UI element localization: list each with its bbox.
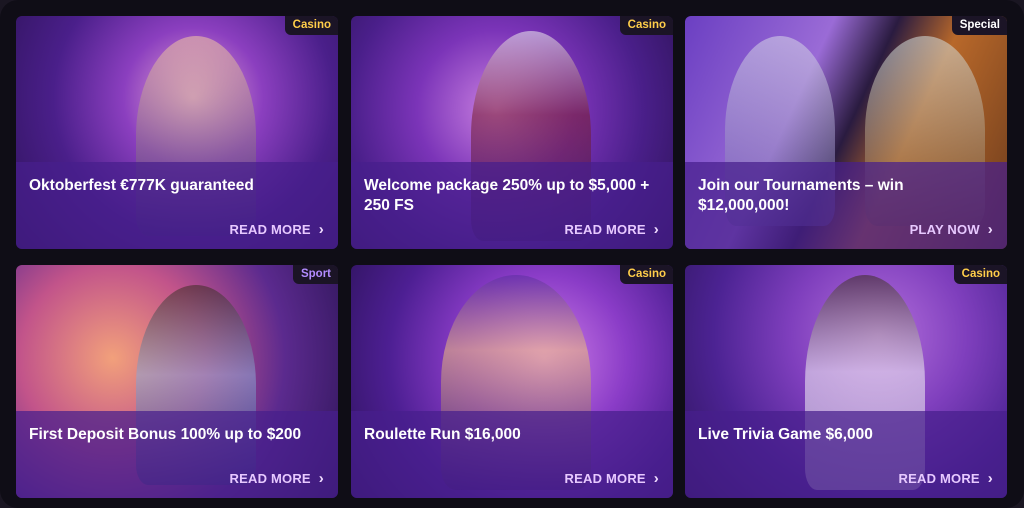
promo-title: Join our Tournaments – win $12,000,000!	[698, 177, 904, 214]
promo-card-first-deposit[interactable]: Sport First Deposit Bonus 100% up to $20…	[16, 265, 338, 498]
read-more-link[interactable]: READ MORE ›	[230, 221, 324, 238]
read-more-link[interactable]: READ MORE ›	[899, 470, 993, 487]
promo-title: Live Trivia Game $6,000	[698, 426, 873, 443]
cta-label: READ MORE	[898, 471, 980, 486]
cta-label: PLAY NOW	[909, 222, 980, 237]
promo-card-live-trivia[interactable]: Casino Live Trivia Game $6,000 READ MORE…	[685, 265, 1007, 498]
promo-card-welcome-package[interactable]: Casino Welcome package 250% up to $5,000…	[351, 16, 673, 249]
promo-title: Welcome package 250% up to $5,000 + 250 …	[364, 177, 650, 214]
promo-title: Oktoberfest €777K guaranteed	[29, 177, 254, 194]
chevron-right-icon: ›	[318, 470, 324, 487]
cta-label: READ MORE	[229, 222, 311, 237]
chevron-right-icon: ›	[653, 470, 659, 487]
cta-label: READ MORE	[564, 471, 646, 486]
category-badge: Casino	[619, 16, 673, 35]
category-badge: Casino	[284, 16, 338, 35]
play-now-link[interactable]: PLAY NOW ›	[910, 221, 993, 238]
promo-card-tournaments[interactable]: Special Join our Tournaments – win $12,0…	[685, 16, 1007, 249]
promo-title: Roulette Run $16,000	[364, 426, 521, 443]
read-more-link[interactable]: READ MORE ›	[565, 221, 659, 238]
chevron-right-icon: ›	[987, 470, 993, 487]
promo-title: First Deposit Bonus 100% up to $200	[29, 426, 302, 443]
promotions-grid: Casino Oktoberfest €777K guaranteed READ…	[16, 16, 1007, 498]
cta-label: READ MORE	[229, 471, 311, 486]
promotions-panel: Casino Oktoberfest €777K guaranteed READ…	[0, 0, 1024, 508]
promo-card-oktoberfest[interactable]: Casino Oktoberfest €777K guaranteed READ…	[16, 16, 338, 249]
promo-card-roulette-run[interactable]: Casino Roulette Run $16,000 READ MORE ›	[351, 265, 673, 498]
read-more-link[interactable]: READ MORE ›	[230, 470, 324, 487]
read-more-link[interactable]: READ MORE ›	[565, 470, 659, 487]
category-badge: Sport	[292, 265, 338, 284]
category-badge: Special	[951, 16, 1007, 35]
chevron-right-icon: ›	[653, 221, 659, 238]
category-badge: Casino	[619, 265, 673, 284]
category-badge: Casino	[953, 265, 1007, 284]
chevron-right-icon: ›	[987, 221, 993, 238]
chevron-right-icon: ›	[318, 221, 324, 238]
cta-label: READ MORE	[564, 222, 646, 237]
